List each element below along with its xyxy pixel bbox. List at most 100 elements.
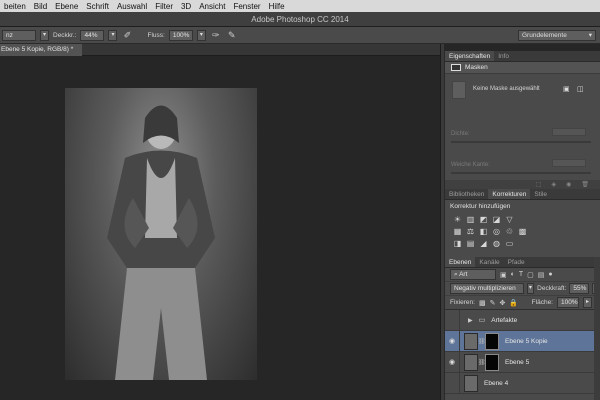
link-icon[interactable]: ⛓	[478, 359, 486, 366]
mode-dropdown[interactable]: nz	[2, 29, 36, 41]
gradient-map-icon[interactable]: ▭	[505, 239, 514, 248]
lock-position-icon[interactable]: ✥	[499, 299, 505, 307]
menu-filter[interactable]: Filter	[151, 2, 177, 11]
chevron-right-icon[interactable]: ▶	[464, 317, 473, 324]
vector-mask-icon[interactable]: ◫	[577, 85, 584, 93]
chevron-down-icon[interactable]: ▾	[526, 283, 535, 294]
chevron-down-icon[interactable]: ▾	[108, 29, 118, 41]
pressure-opacity-icon[interactable]: ✐	[121, 30, 133, 41]
channel-mixer-icon[interactable]: ♲	[505, 227, 514, 236]
invert-icon[interactable]: ◨	[453, 239, 462, 248]
vibrance-icon[interactable]: ▽	[505, 215, 514, 224]
flow-input[interactable]: 100%	[168, 29, 193, 41]
selection-icon[interactable]: ⬚	[536, 181, 542, 188]
menu-window[interactable]: Fenster	[229, 2, 264, 11]
chevron-down-icon[interactable]: ▸	[583, 297, 592, 308]
menu-image-partial[interactable]: beiten	[0, 2, 30, 11]
filter-smart-icon[interactable]: ▤	[538, 271, 545, 279]
tab-channels[interactable]: Kanäle	[475, 257, 503, 267]
airbrush-icon[interactable]: ✑	[210, 30, 222, 41]
opacity-input[interactable]: 44%	[80, 29, 105, 41]
properties-panel: Eigenschaften Info Masken Keine Maske au…	[444, 51, 600, 189]
layer-thumbnail[interactable]	[464, 332, 478, 350]
menu-image[interactable]: Bild	[30, 2, 51, 11]
layer-opacity-input[interactable]: 55%	[569, 283, 590, 294]
filter-type-icon[interactable]: T	[519, 271, 523, 278]
trash-icon[interactable]: 🗑	[581, 181, 589, 188]
lock-all-icon[interactable]: 🔒	[509, 299, 518, 307]
layer-row-group[interactable]: ▶ ▭ Artefakte	[445, 309, 600, 331]
properties-tabs: Eigenschaften Info	[445, 51, 600, 62]
eye-icon[interactable]: ◉	[566, 181, 571, 188]
layer-row-selected[interactable]: ◉ ⛓ Ebene 5 Kopie	[445, 330, 600, 352]
chevron-down-icon[interactable]: ▾	[196, 29, 206, 41]
photo-filter-icon[interactable]: ◎	[492, 227, 501, 236]
chevron-down-icon[interactable]: ▾	[40, 29, 49, 41]
density-label: Dichte:	[451, 131, 470, 137]
tab-styles[interactable]: Stile	[530, 189, 551, 199]
exposure-icon[interactable]: ◪	[492, 215, 501, 224]
threshold-icon[interactable]: ◢	[479, 239, 488, 248]
layer-thumbnail[interactable]	[464, 374, 478, 392]
color-balance-icon[interactable]: ⚖	[466, 227, 475, 236]
layer-row[interactable]: ◉ ⛓ Ebene 5	[445, 351, 600, 373]
workspace-switcher[interactable]: Grundelemente ▾	[518, 29, 596, 41]
tab-paths[interactable]: Pfade	[504, 257, 529, 267]
hue-icon[interactable]: ▦	[453, 227, 462, 236]
lock-transparency-icon[interactable]: ▩	[479, 299, 486, 307]
apply-mask-icon[interactable]: ◈	[552, 181, 557, 188]
levels-icon[interactable]: ▥	[466, 215, 475, 224]
menu-view[interactable]: Ansicht	[195, 2, 229, 11]
canvas-area[interactable]	[0, 56, 440, 400]
menu-select[interactable]: Auswahl	[113, 2, 151, 11]
pressure-size-icon[interactable]: ✎	[226, 30, 238, 41]
filter-adjustment-icon[interactable]: ◐	[511, 271, 515, 278]
chevron-down-icon: ▾	[588, 31, 592, 39]
menu-3d[interactable]: 3D	[177, 2, 195, 11]
menu-type[interactable]: Schrift	[82, 2, 113, 11]
fill-input[interactable]: 100%	[557, 297, 579, 308]
tab-info[interactable]: Info	[494, 51, 513, 61]
layer-row[interactable]: Ebene 4	[445, 372, 600, 394]
brightness-icon[interactable]: ☀	[453, 215, 462, 224]
tab-properties[interactable]: Eigenschaften	[445, 51, 495, 61]
posterize-icon[interactable]: ▤	[466, 239, 475, 248]
layers-scrollbar[interactable]	[594, 257, 600, 400]
eye-icon[interactable]: ◉	[445, 337, 459, 345]
density-input[interactable]	[552, 128, 586, 136]
layer-name: Ebene 5 Kopie	[505, 337, 548, 345]
pixel-mask-icon[interactable]: ▣	[563, 85, 570, 93]
document-image[interactable]	[65, 88, 257, 380]
feather-label: Weiche Kante:	[451, 162, 490, 168]
lock-pixels-icon[interactable]: ✎	[490, 299, 496, 307]
density-slider[interactable]	[451, 141, 591, 143]
layer-filter-value: Art	[459, 271, 468, 278]
selective-color-icon[interactable]: ◍	[492, 239, 501, 248]
layer-filter-dropdown[interactable]: ⌕ Art	[450, 269, 496, 280]
adjustments-row-2: ▦ ⚖ ◧ ◎ ♲ ▩	[445, 227, 600, 236]
feather-input[interactable]	[552, 159, 586, 167]
feather-slider[interactable]	[451, 172, 591, 174]
folder-icon: ▭	[478, 317, 486, 324]
link-icon[interactable]: ⛓	[478, 338, 486, 345]
masks-header: Masken	[445, 62, 600, 74]
tab-layers[interactable]: Ebenen	[445, 257, 476, 267]
blend-mode-dropdown[interactable]: Negativ multiplizieren	[450, 283, 524, 294]
menu-help[interactable]: Hilfe	[265, 2, 289, 11]
layer-thumbnail[interactable]	[464, 353, 478, 371]
filter-pixel-icon[interactable]: ▣	[500, 271, 507, 279]
filter-shape-icon[interactable]: ▢	[527, 271, 534, 279]
color-lookup-icon[interactable]: ▩	[518, 227, 527, 236]
layer-mask-thumbnail[interactable]	[485, 353, 499, 371]
document-tab[interactable]: Ebene 5 Kopie, RGB/8) *	[0, 44, 82, 56]
layers-tabs: Ebenen Kanäle Pfade	[445, 257, 600, 268]
curves-icon[interactable]: ◩	[479, 215, 488, 224]
black-white-icon[interactable]: ◧	[479, 227, 488, 236]
filter-toggle-icon[interactable]: ●	[548, 271, 552, 278]
eye-icon[interactable]: ◉	[445, 358, 459, 366]
layer-mask-thumbnail[interactable]	[485, 332, 499, 350]
mask-icon	[451, 64, 461, 71]
tab-adjustments[interactable]: Korrekturen	[488, 189, 531, 199]
menu-layer[interactable]: Ebene	[51, 2, 82, 11]
tab-libraries[interactable]: Bibliotheken	[445, 189, 488, 199]
